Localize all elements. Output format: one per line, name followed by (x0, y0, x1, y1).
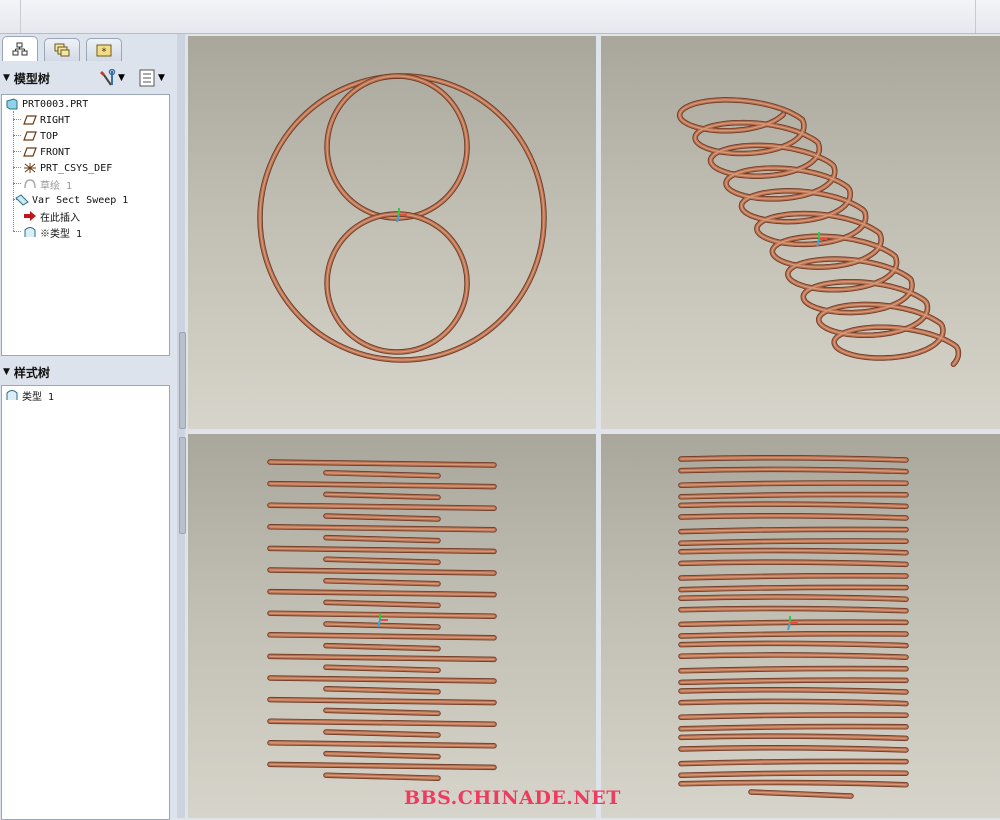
tree-item-label: 在此插入 (40, 212, 80, 224)
style-tree-item[interactable]: 类型 1 (5, 387, 54, 403)
part-icon (6, 98, 18, 110)
tree-item-label: Var Sect Sweep 1 (32, 194, 129, 206)
model-view-side[interactable] (188, 434, 596, 818)
model-tree-tab[interactable] (2, 36, 38, 61)
style-tree: 类型 1 (1, 385, 170, 820)
coil-wire-top-view (678, 454, 909, 799)
style-icon (24, 227, 36, 237)
model-tree-tab-icon (12, 42, 28, 56)
favorites-tab-icon: * (96, 44, 112, 58)
tools-icon (100, 69, 116, 86)
tree-item-label: 草绘 1 (40, 180, 73, 192)
collapse-triangle-icon[interactable]: ▼ (3, 73, 10, 83)
tree-item-label: ※类型 1 (40, 228, 83, 240)
tree-filter-button[interactable]: ▼ (138, 68, 165, 88)
tree-settings-button[interactable]: ▼ (98, 68, 125, 88)
sketch-icon (24, 179, 36, 189)
datum-plane-icon (23, 115, 37, 125)
toolbar-divider (975, 0, 976, 33)
tree-item-sweep[interactable]: Var Sect Sweep 1 (15, 192, 128, 208)
collapse-triangle-icon[interactable]: ▼ (3, 367, 10, 377)
datum-plane-icon (23, 147, 37, 157)
viewport-top-left[interactable] (188, 36, 596, 429)
model-view-front[interactable] (188, 36, 596, 429)
tree-item-label: TOP (40, 130, 59, 142)
splitter-grip[interactable] (179, 437, 186, 534)
tree-item-style[interactable]: ※类型 1 (23, 224, 82, 240)
tree-item-label: RIGHT (40, 114, 71, 126)
watermark-text: BBS.CHINADE.NET (404, 787, 621, 809)
favorites-tab[interactable]: * (86, 38, 122, 61)
dropdown-arrow-icon: ▼ (158, 73, 165, 83)
tree-item-label: PRT_CSYS_DEF (40, 162, 113, 174)
viewport-bottom-left[interactable] (188, 434, 596, 818)
toolbar-divider (20, 0, 21, 33)
viewport-bottom-right[interactable] (601, 434, 1000, 818)
coordinate-triad-icon (787, 616, 798, 631)
upper-loop-wire (325, 74, 469, 220)
csys-icon (24, 163, 36, 173)
layers-tab-icon (54, 43, 70, 57)
navigator-tabs: * (0, 36, 184, 62)
dropdown-arrow-icon: ▼ (118, 73, 125, 83)
sweep-icon (15, 194, 29, 206)
list-settings-icon (139, 69, 155, 87)
tree-item-right[interactable]: RIGHT (23, 112, 70, 128)
model-view-top[interactable] (601, 434, 1000, 818)
tree-item-label: PRT0003.PRT (22, 98, 89, 110)
tree-item-sketch[interactable]: 草绘 1 (23, 176, 72, 192)
navigator-panel: * ▼ 模型树 ▼ ▼ PRT0003.PRT RIGHT TOP FRONT … (0, 34, 184, 820)
tree-item-insert-here[interactable]: 在此插入 (23, 208, 80, 224)
tree-item-label: 类型 1 (22, 391, 55, 403)
datum-plane-icon (23, 131, 37, 141)
insert-here-arrow-icon (24, 211, 36, 221)
model-tree: PRT0003.PRT RIGHT TOP FRONT PRT_CSYS_DEF… (1, 94, 170, 356)
style-tree-header: ▼ 样式树 (0, 362, 184, 382)
layers-tab[interactable] (44, 38, 80, 61)
style-tree-title: 样式树 (13, 365, 50, 380)
splitter-grip[interactable] (179, 332, 186, 429)
tree-item-csys[interactable]: PRT_CSYS_DEF (23, 160, 112, 176)
tree-item-top[interactable]: TOP (23, 128, 58, 144)
tree-item-part[interactable]: PRT0003.PRT (5, 96, 88, 112)
svg-text:*: * (102, 47, 107, 58)
viewport-top-right[interactable] (601, 36, 1000, 429)
model-view-isometric[interactable] (601, 36, 1000, 429)
tree-item-label: FRONT (40, 146, 71, 158)
tree-item-front[interactable]: FRONT (23, 144, 70, 160)
lower-loop-wire (325, 212, 469, 354)
model-tree-title: 模型树 (13, 71, 50, 86)
style-icon (6, 390, 18, 400)
top-toolbar (0, 0, 1000, 34)
